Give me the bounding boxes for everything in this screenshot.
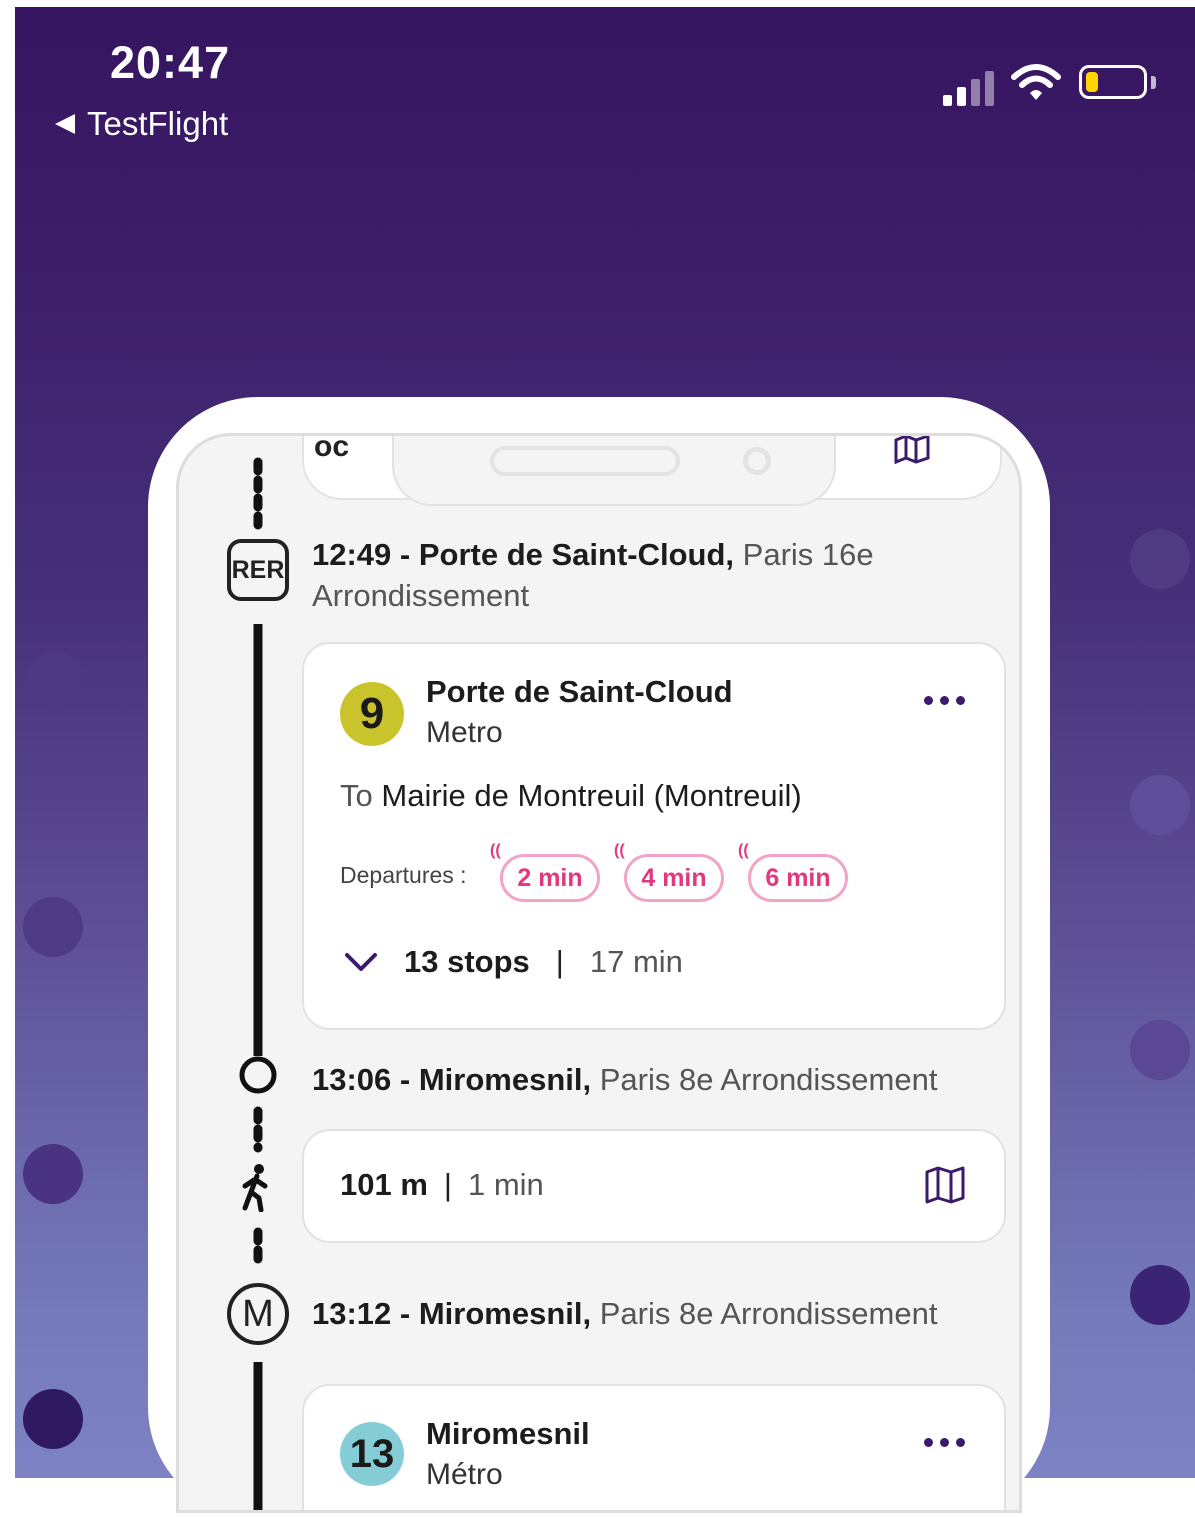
departure-pill[interactable]: 2 min (500, 854, 600, 902)
leg-direction: To Mairie de Montreuil (Montreuil) (340, 778, 802, 814)
stops-count: 13 stops (404, 944, 530, 979)
metro-leg-card[interactable]: 9 Porte de Saint-Cloud Metro To Mairie d… (302, 642, 1006, 1030)
app-preview-screen: oc RER M 12:49 - Porte de Saint-Cloud, P… (176, 433, 1022, 1513)
walking-icon (242, 1164, 268, 1212)
walk-info: 101 m | 1 min (340, 1167, 544, 1203)
leg-station: Miromesnil (426, 1416, 590, 1451)
decorative-dot (23, 1389, 83, 1449)
cellular-signal-icon (943, 71, 994, 106)
decorative-dot (1130, 529, 1190, 589)
realtime-icon: (( (738, 842, 749, 859)
notch-camera (743, 447, 771, 475)
stop-miromesnil-departure[interactable]: 13:12 - Miromesnil, Paris 8e Arrondissem… (312, 1296, 937, 1332)
departure-pill[interactable]: 6 min (748, 854, 848, 902)
notch-speaker (490, 446, 680, 476)
decorative-dot (23, 1144, 83, 1204)
stop-name: Miromesnil, (418, 1296, 592, 1331)
stop-porte-de-saint-cloud[interactable]: 12:49 - Porte de Saint-Cloud, Paris 16e … (312, 534, 952, 616)
stop-time: 12:49 (312, 537, 392, 572)
walk-duration: 1 min (467, 1167, 544, 1202)
more-options-button[interactable] (924, 1438, 965, 1447)
decorative-dot (25, 652, 85, 712)
battery-cap (1151, 76, 1156, 89)
stop-area: Paris 8e Arrondissement (599, 1062, 938, 1097)
realtime-icon: (( (490, 842, 501, 859)
leg-station: Porte de Saint-Cloud (426, 674, 733, 709)
back-to-testflight-button[interactable]: TestFlight (55, 105, 228, 143)
map-icon[interactable] (892, 434, 936, 464)
stop-miromesnil-arrival[interactable]: 13:06 - Miromesnil, Paris 8e Arrondissem… (312, 1062, 937, 1098)
stop-area: Paris 16e (742, 537, 874, 572)
departure-pill[interactable]: 4 min (624, 854, 724, 902)
stop-time: 13:12 (312, 1296, 392, 1331)
direction-name: Mairie de Montreuil (Montreuil) (381, 778, 802, 813)
more-options-button[interactable] (924, 696, 965, 705)
header-text-fragment: oc (314, 433, 350, 463)
line-13-badge: 13 (340, 1422, 404, 1486)
walk-distance: 101 m (340, 1167, 428, 1202)
metro-leg-card[interactable]: 13 Miromesnil Métro (302, 1384, 1006, 1510)
wifi-icon (1011, 64, 1061, 100)
status-time: 20:47 (110, 37, 231, 88)
leg-mode: Métro (426, 1458, 503, 1491)
stop-name: Miromesnil, (418, 1062, 592, 1097)
chevron-down-icon (345, 953, 377, 971)
back-label: TestFlight (87, 105, 229, 142)
walk-leg-card[interactable]: 101 m | 1 min (302, 1129, 1006, 1243)
departures-label: Departures : (340, 862, 467, 888)
decorative-dot (1130, 1020, 1190, 1080)
battery-icon (1079, 65, 1147, 99)
separator: | (443, 1167, 452, 1202)
map-icon[interactable] (924, 1165, 966, 1205)
direction-prefix: To (340, 778, 373, 813)
stop-area-line2: Arrondissement (312, 578, 530, 613)
expand-stops-button[interactable]: 13 stops | 17 min (344, 944, 683, 980)
realtime-icon: (( (614, 842, 625, 859)
metro-icon: M (227, 1283, 289, 1345)
separator: | (555, 944, 564, 979)
leg-duration: 17 min (589, 944, 683, 979)
decorative-dot (1130, 1265, 1190, 1325)
stop-name: Porte de Saint-Cloud, (418, 537, 735, 572)
stop-time: 13:06 (312, 1062, 392, 1097)
back-arrow-icon (55, 114, 75, 134)
line-9-badge: 9 (340, 682, 404, 746)
rer-icon: RER (227, 539, 289, 601)
stop-area: Paris 8e Arrondissement (599, 1296, 938, 1331)
decorative-dot (23, 897, 83, 957)
leg-mode: Metro (426, 716, 503, 749)
header-fragment: oc (179, 436, 1019, 512)
decorative-dot (1130, 775, 1190, 835)
